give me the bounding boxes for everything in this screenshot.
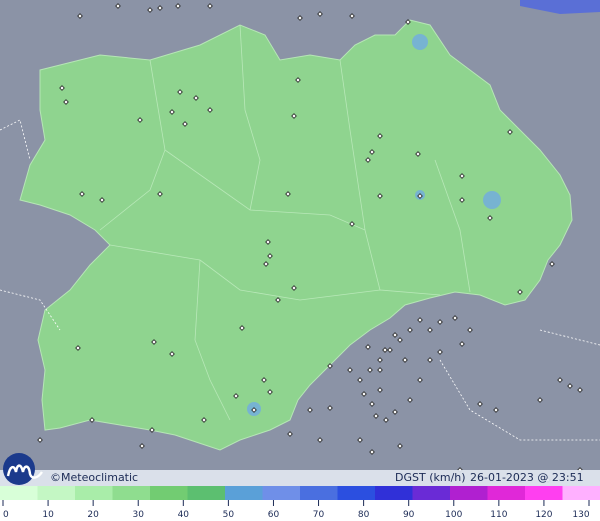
scale-swatch (187, 486, 226, 500)
scale-swatch (150, 486, 188, 500)
scale-swatch (525, 486, 563, 500)
scale-swatch (112, 486, 151, 500)
scale-label: 40 (178, 510, 190, 520)
scale-swatch (337, 486, 376, 500)
scale-label: 120 (535, 510, 552, 520)
scale-label: 20 (87, 510, 99, 520)
scale-label: 80 (358, 510, 370, 520)
scale-swatch (562, 486, 600, 500)
scale-swatch (487, 486, 526, 500)
scale-swatch (75, 486, 113, 500)
scale-label: 0 (3, 510, 9, 520)
scale-swatch (225, 486, 263, 500)
meteoclimatic-m-logo (3, 453, 43, 485)
scale-label: 60 (268, 510, 280, 520)
scale-label: 110 (490, 510, 507, 520)
color-scale: 0 10 20 30 40 50 60 70 80 90 100 110 120 130 (0, 486, 600, 521)
scale-swatch (300, 486, 338, 500)
scale-swatch (412, 486, 451, 500)
scale-swatch (375, 486, 413, 500)
credit-text: ©Meteoclimatic (50, 471, 139, 484)
scale-swatch (37, 486, 76, 500)
scale-label: 70 (313, 510, 325, 520)
scale-label: 130 (572, 510, 589, 520)
scale-swatch (262, 486, 301, 500)
variable-label: DGST (km/h) (395, 471, 466, 484)
color-scale-labels: 0 10 20 30 40 50 60 70 80 90 100 110 120 130 (2, 500, 590, 520)
scale-label: 100 (445, 510, 462, 520)
weather-map (0, 0, 600, 483)
scale-swatch (450, 486, 488, 500)
scale-label: 90 (403, 510, 415, 520)
scale-label: 30 (133, 510, 145, 520)
scale-swatch (0, 486, 38, 500)
color-scale-bar (0, 486, 600, 500)
scale-label: 50 (223, 510, 235, 520)
scale-label: 10 (42, 510, 54, 520)
